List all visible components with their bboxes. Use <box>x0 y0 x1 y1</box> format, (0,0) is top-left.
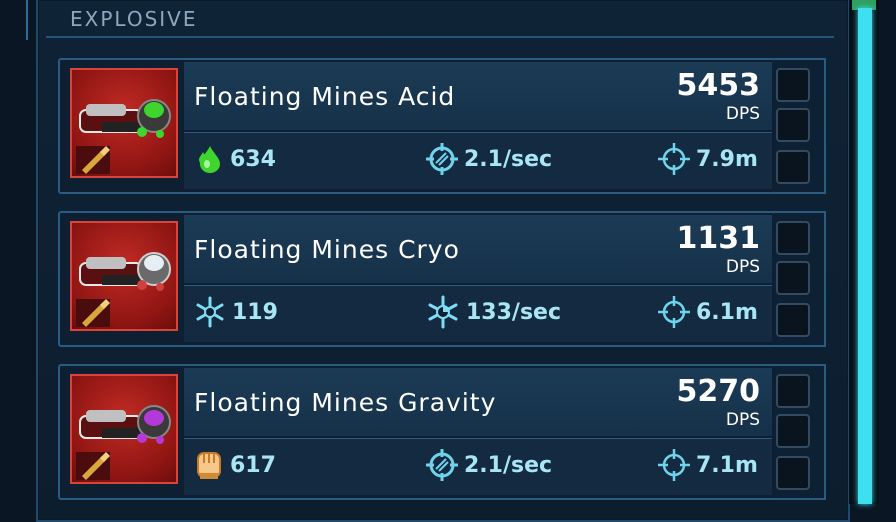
range-value: 6.1m <box>696 299 758 325</box>
dps-label: DPS <box>725 104 760 124</box>
fire-rate-icon <box>426 449 458 481</box>
fire-rate-icon <box>426 143 458 175</box>
weapon-thumbnail <box>70 221 178 331</box>
damage-stat: 634 <box>196 142 276 176</box>
weapon-name: Floating Mines Gravity <box>194 388 497 417</box>
cryo-rate-icon <box>428 295 458 329</box>
weapon-name: Floating Mines Cryo <box>194 235 460 264</box>
loadout-slot-3[interactable] <box>776 456 810 490</box>
loadout-slot-1[interactable] <box>776 68 810 102</box>
loadout-slot-2[interactable] <box>776 414 810 448</box>
loadout-slot-2[interactable] <box>776 261 810 295</box>
damage-stat: 617 <box>194 448 276 482</box>
weapon-thumbnail <box>70 68 178 178</box>
slot-frame <box>774 211 826 347</box>
range-value: 7.1m <box>696 452 758 478</box>
floating-mine-launcher-icon <box>76 99 171 174</box>
range-stat: 6.1m <box>658 295 758 329</box>
section-title: EXPLOSIVE <box>70 7 198 31</box>
dps-value: 1131 <box>676 221 761 256</box>
floating-mine-launcher-icon <box>76 252 171 327</box>
dps-value: 5270 <box>676 374 761 409</box>
dps-label: DPS <box>725 257 760 277</box>
loadout-slot-2[interactable] <box>776 108 810 142</box>
fire-rate-value: 133/sec <box>466 299 562 325</box>
fire-rate-value: 2.1/sec <box>464 146 553 172</box>
weapon-card-cryo[interactable]: Floating Mines Cryo 1131 DPS 119 133/sec <box>58 211 776 347</box>
dps-value: 5453 <box>676 68 761 103</box>
slot-frame <box>774 364 826 500</box>
panel-corner-decoration <box>26 0 42 40</box>
acid-drop-icon <box>199 146 220 173</box>
range-stat: 7.1m <box>658 448 758 482</box>
loadout-slot-1[interactable] <box>776 374 810 408</box>
range-stat: 7.9m <box>658 142 758 176</box>
crosshair-icon <box>658 143 690 175</box>
damage-value: 634 <box>230 146 276 172</box>
damage-value: 119 <box>232 299 278 325</box>
damage-value: 617 <box>230 452 276 478</box>
fire-rate-stat: 2.1/sec <box>426 142 552 176</box>
fire-rate-stat: 2.1/sec <box>426 448 552 482</box>
weapon-thumbnail <box>70 374 178 484</box>
scrollbar-thumb[interactable] <box>858 8 872 504</box>
fire-rate-value: 2.1/sec <box>464 452 553 478</box>
dps-label: DPS <box>725 410 760 430</box>
damage-stat: 119 <box>194 295 278 329</box>
weapon-name: Floating Mines Acid <box>194 82 456 111</box>
loadout-slot-3[interactable] <box>776 303 810 337</box>
loadout-slot-3[interactable] <box>776 150 810 184</box>
weapon-card-gravity[interactable]: Floating Mines Gravity 5270 DPS 617 2.1/… <box>58 364 776 500</box>
snowflake-icon <box>196 296 224 328</box>
loadout-slot-1[interactable] <box>776 221 810 255</box>
weapon-card-acid[interactable]: Floating Mines Acid 5453 DPS 634 2.1/sec <box>58 58 776 194</box>
fist-icon <box>197 452 221 479</box>
fire-rate-stat: 133/sec <box>426 295 561 329</box>
slot-frame <box>774 58 826 194</box>
floating-mine-launcher-icon <box>76 405 171 480</box>
section-divider <box>46 36 834 38</box>
crosshair-icon <box>658 296 690 328</box>
range-value: 7.9m <box>696 146 758 172</box>
crosshair-icon <box>658 449 690 481</box>
